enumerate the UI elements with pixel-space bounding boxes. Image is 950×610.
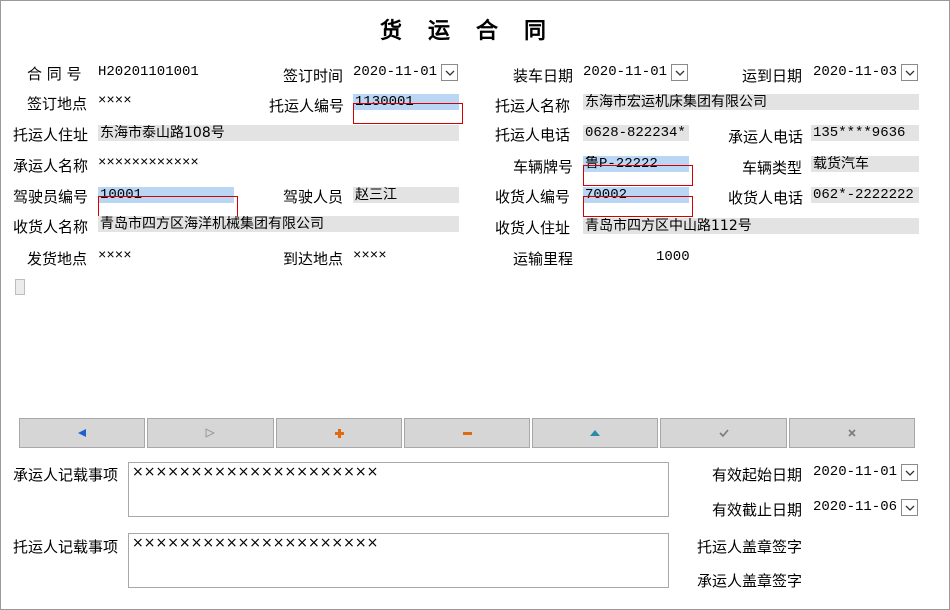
consignee-no-error-box	[583, 196, 693, 217]
shipper-phone-label: 托运人电话	[495, 126, 571, 144]
shipper-notes-label: 托运人记载事项	[13, 538, 119, 556]
nav-delete-button[interactable]	[403, 418, 531, 448]
shipper-no-label: 托运人编号	[269, 97, 345, 115]
destination-field[interactable]: ××××	[353, 248, 387, 264]
consignee-name-field[interactable]: 青岛市四方区海洋机械集团有限公司	[98, 216, 459, 232]
nav-prev-button[interactable]	[19, 418, 146, 448]
triangle-right-icon	[205, 428, 216, 438]
record-navigation-bar	[19, 418, 915, 448]
sign-time-label: 签订时间	[283, 67, 344, 85]
carrier-notes-label: 承运人记载事项	[13, 466, 119, 484]
valid-start-label: 有效起始日期	[712, 466, 803, 484]
shipper-name-label: 托运人名称	[495, 97, 571, 115]
page-title: 货运合同	[379, 18, 572, 44]
consignee-phone-label: 收货人电话	[728, 189, 804, 207]
nav-confirm-button[interactable]	[660, 418, 787, 448]
vehicle-type-label: 车辆类型	[742, 159, 803, 177]
driver-no-label: 驾驶员编号	[13, 188, 89, 206]
valid-end-label: 有效截止日期	[712, 501, 803, 519]
driver-label: 驾驶人员	[283, 188, 344, 206]
triangle-up-icon	[590, 430, 601, 436]
origin-field[interactable]: ××××	[98, 248, 132, 264]
destination-label: 到达地点	[283, 250, 344, 268]
nav-add-button[interactable]	[275, 418, 402, 448]
valid-end-dropdown[interactable]	[901, 499, 918, 516]
carrier-phone-field[interactable]: 135****9636	[811, 125, 919, 141]
triangle-left-icon	[78, 429, 87, 437]
load-date-dropdown[interactable]	[671, 64, 688, 81]
carrier-notes-textarea[interactable]: ×××××××××××××××××××××	[128, 462, 669, 517]
consignee-phone-field[interactable]: 062*-2222222	[811, 187, 919, 203]
consignee-no-label: 收货人编号	[495, 188, 571, 206]
chevron-down-icon	[905, 470, 914, 476]
origin-label: 发货地点	[27, 250, 88, 268]
carrier-phone-label: 承运人电话	[728, 128, 804, 146]
carrier-name-label: 承运人名称	[13, 157, 89, 175]
load-date-label: 装车日期	[513, 67, 574, 85]
minus-icon	[462, 432, 472, 435]
distance-field[interactable]: 1000	[656, 249, 690, 265]
plate-label: 车辆牌号	[513, 158, 574, 176]
shipper-notes-textarea[interactable]: ×××××××××××××××××××××	[128, 533, 669, 588]
sign-place-field[interactable]: ××××	[98, 93, 132, 109]
shipper-no-error-box	[353, 103, 463, 124]
sign-time-field[interactable]: 2020-11-01	[353, 64, 437, 80]
valid-end-field[interactable]: 2020-11-06	[813, 499, 897, 515]
contract-no-label: 合 同 号	[27, 65, 82, 83]
valid-start-dropdown[interactable]	[901, 464, 918, 481]
contract-no-field[interactable]: H20201101001	[98, 64, 199, 80]
chevron-down-icon	[675, 70, 684, 76]
arrive-date-dropdown[interactable]	[901, 64, 918, 81]
nav-edit-button[interactable]	[532, 418, 659, 448]
chevron-down-icon	[445, 70, 454, 76]
chevron-down-icon	[905, 505, 914, 511]
record-selector[interactable]	[15, 279, 25, 295]
distance-label: 运输里程	[513, 250, 574, 268]
consignee-name-label: 收货人名称	[13, 218, 89, 236]
sign-place-label: 签订地点	[27, 95, 88, 113]
check-icon	[718, 429, 729, 438]
driver-no-error-box	[98, 196, 238, 217]
driver-field[interactable]: 赵三江	[353, 187, 459, 203]
plus-icon	[334, 429, 344, 438]
arrive-date-label: 运到日期	[742, 67, 803, 85]
carrier-name-field[interactable]: ××××××××××××	[98, 155, 199, 171]
load-date-field[interactable]: 2020-11-01	[583, 64, 667, 80]
sign-time-dropdown[interactable]	[441, 64, 458, 81]
shipper-addr-label: 托运人住址	[13, 126, 89, 144]
x-icon	[848, 429, 856, 437]
nav-next-button[interactable]	[147, 418, 274, 448]
consignee-addr-field[interactable]: 青岛市四方区中山路112号	[583, 218, 919, 234]
shipper-name-field[interactable]: 东海市宏运机床集团有限公司	[583, 94, 919, 110]
shipper-seal-label: 托运人盖章签字	[697, 538, 803, 556]
plate-error-box	[583, 165, 693, 186]
chevron-down-icon	[905, 70, 914, 76]
valid-start-field[interactable]: 2020-11-01	[813, 464, 897, 480]
shipper-addr-field[interactable]: 东海市泰山路108号	[98, 125, 459, 141]
vehicle-type-field[interactable]: 载货汽车	[811, 156, 919, 172]
arrive-date-field[interactable]: 2020-11-03	[813, 64, 897, 80]
nav-cancel-button[interactable]	[788, 418, 915, 448]
shipper-phone-field[interactable]: 0628-822234*	[583, 125, 689, 141]
carrier-seal-label: 承运人盖章签字	[697, 572, 803, 590]
consignee-addr-label: 收货人住址	[495, 219, 571, 237]
